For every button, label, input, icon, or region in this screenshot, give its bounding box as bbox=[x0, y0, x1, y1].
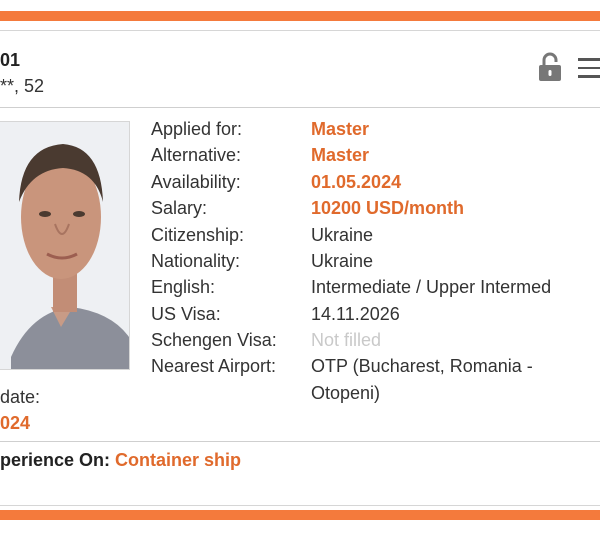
english-value: Intermediate / Upper Intermed bbox=[311, 277, 552, 297]
us-visa-value: 14.11.2026 bbox=[311, 304, 400, 324]
nationality-label: Nationality: bbox=[151, 251, 241, 271]
candidate-subtitle: **, 52 bbox=[0, 76, 45, 96]
header-divider bbox=[0, 107, 600, 108]
citizenship-value: Ukraine bbox=[311, 225, 374, 245]
alternative-value: Master bbox=[311, 145, 370, 165]
update-date-label: date: bbox=[0, 387, 41, 407]
update-date-value: 024 bbox=[0, 413, 31, 433]
nationality-value: Ukraine bbox=[311, 251, 374, 271]
nearest-airport-label: Nearest Airport: bbox=[151, 356, 277, 376]
candidate-page: 01 **, 52 Applied for: Master Alternativ… bbox=[0, 0, 600, 534]
schengen-visa-label: Schengen Visa: bbox=[151, 330, 277, 350]
alternative-label: Alternative: bbox=[151, 145, 242, 165]
nearest-airport-value-line1: OTP (Bucharest, Romania - bbox=[311, 356, 533, 376]
applied-for-value: Master bbox=[311, 119, 370, 139]
schengen-visa-value: Not filled bbox=[311, 330, 382, 350]
menu-icon[interactable] bbox=[578, 58, 600, 80]
candidate-photo bbox=[0, 121, 130, 370]
top-accent-bar bbox=[0, 11, 600, 21]
candidate-photo-graphic bbox=[0, 122, 129, 369]
experience-label: perience On: bbox=[0, 450, 116, 470]
citizenship-label: Citizenship: bbox=[151, 225, 245, 245]
applied-for-label: Applied for: bbox=[151, 119, 243, 139]
experience-row: perience On: Container ship bbox=[0, 450, 241, 471]
nearest-airport-value-line2: Otopeni) bbox=[311, 383, 381, 403]
lock-icon-graphic bbox=[539, 52, 561, 81]
us-visa-label: US Visa: bbox=[151, 304, 221, 324]
lock-icon[interactable] bbox=[538, 52, 562, 82]
candidate-id: 01 bbox=[0, 50, 21, 70]
availability-value: 01.05.2024 bbox=[311, 172, 402, 192]
salary-value: 10200 USD/month bbox=[311, 198, 465, 218]
english-label: English: bbox=[151, 277, 216, 297]
experience-divider bbox=[0, 441, 600, 442]
salary-label: Salary: bbox=[151, 198, 208, 218]
bottom-accent-bar bbox=[0, 510, 600, 520]
experience-value: Container ship bbox=[115, 450, 242, 470]
availability-label: Availability: bbox=[151, 172, 241, 192]
